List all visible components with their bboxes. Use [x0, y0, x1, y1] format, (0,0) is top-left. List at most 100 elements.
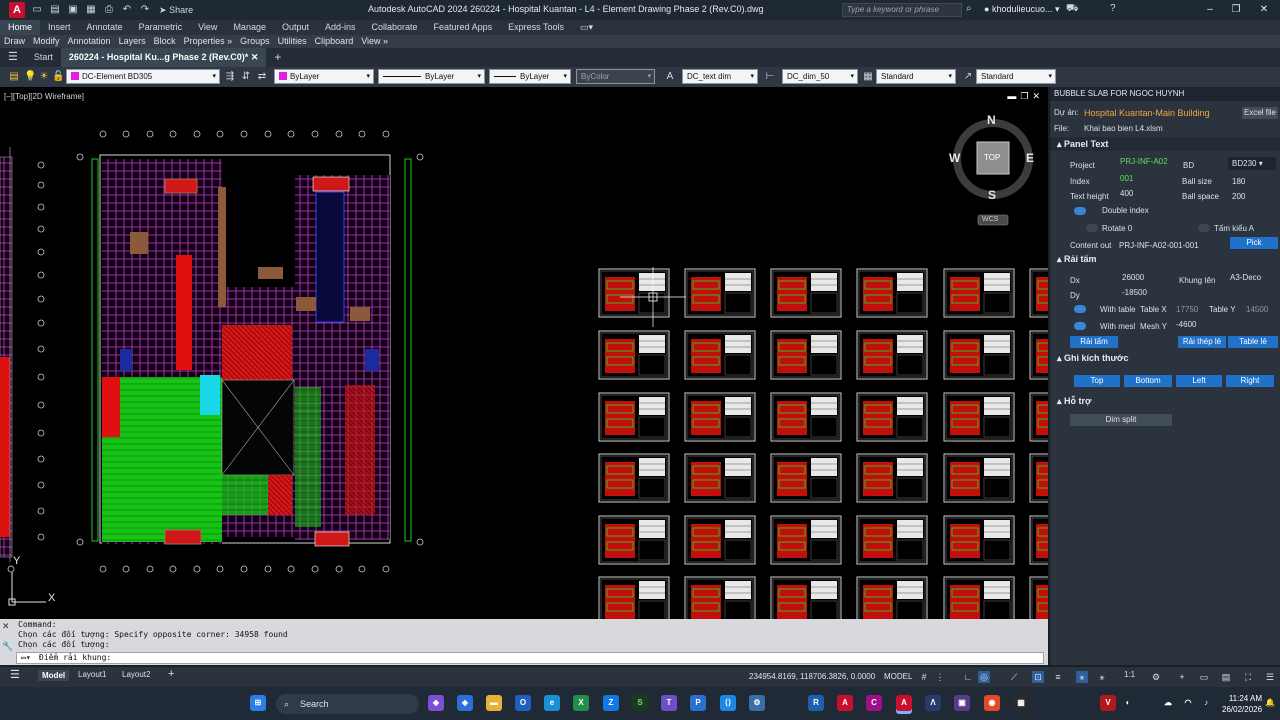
customize-icon[interactable]: ☰	[1264, 671, 1276, 683]
rai-tam-button[interactable]: Rải tấm	[1070, 336, 1118, 348]
app-icon[interactable]: C	[866, 695, 882, 711]
index-input[interactable]: 001	[1120, 174, 1133, 183]
tab-view[interactable]: View	[190, 20, 225, 35]
drawing-canvas[interactable]: [–][Top][2D Wireframe] ▬❐✕ Y X N S E W T…	[0, 87, 1048, 619]
linetype-dropdown[interactable]: ByLayer ▾	[378, 69, 485, 84]
help-icon[interactable]: ?	[1110, 3, 1116, 14]
viewcube-east[interactable]: E	[1026, 151, 1034, 165]
outlook-icon[interactable]: O	[515, 695, 531, 711]
dim-bottom-button[interactable]: Bottom	[1124, 375, 1172, 387]
tab-add-ins[interactable]: Add-ins	[317, 20, 364, 35]
tray-icon[interactable]: ◐	[1120, 695, 1136, 711]
app-icon[interactable]: Λ	[925, 695, 941, 711]
polar-icon[interactable]: ◎	[978, 671, 990, 683]
quick-properties-icon[interactable]: ▤	[1220, 671, 1232, 683]
layer-state-icon[interactable]: ⇄	[256, 71, 268, 83]
isodraft-icon[interactable]: ⟋	[1008, 671, 1020, 683]
tray-app-icon[interactable]: V	[1100, 695, 1116, 711]
close-tab-icon[interactable]: ✕	[251, 52, 259, 62]
ballspace-input[interactable]: 200	[1232, 192, 1245, 201]
teams-icon[interactable]: T	[661, 695, 677, 711]
lineweight-icon[interactable]: ≡	[1052, 671, 1064, 683]
lock-icon[interactable]: 🔓	[52, 71, 64, 83]
rai-tam-header[interactable]: ▴ Rải tấm	[1050, 252, 1280, 266]
wifi-icon[interactable]: ◠	[1180, 695, 1196, 711]
close-icon[interactable]: ✕	[1254, 2, 1274, 18]
viewcube-wcs[interactable]: WCS	[982, 216, 998, 223]
layer-properties-icon[interactable]: ▤	[8, 71, 20, 83]
viewcube-west[interactable]: W	[949, 151, 960, 165]
restore-icon[interactable]: ❐	[1226, 2, 1246, 18]
save-as-icon[interactable]: ▦	[85, 4, 97, 16]
tab-model[interactable]: Model	[38, 670, 70, 681]
pick-button[interactable]: Pick	[1230, 237, 1278, 249]
volume-icon[interactable]: ♪	[1198, 695, 1214, 711]
chrome-icon[interactable]: ◉	[984, 695, 1000, 711]
search-icon[interactable]: ⌕	[966, 3, 972, 14]
system-clock[interactable]: 11:24 AM 26/02/2026	[1222, 693, 1262, 715]
object-snap-icon[interactable]: ⊡	[1032, 671, 1044, 683]
ballsize-input[interactable]: 180	[1232, 177, 1245, 186]
ghi-kich-thuoc-header[interactable]: ▴ Ghi kích thước	[1050, 351, 1280, 365]
share-button[interactable]: ➤ Share	[159, 5, 193, 16]
vscode-icon[interactable]: ⟨⟩	[720, 695, 736, 711]
with-table-toggle[interactable]	[1074, 305, 1086, 313]
panel-groups[interactable]: Groups	[236, 35, 274, 48]
table-y-input[interactable]: 14500	[1246, 305, 1268, 314]
panel-view[interactable]: View »	[357, 35, 392, 48]
minimize-icon[interactable]: –	[1200, 2, 1220, 18]
khung-ten-input[interactable]: A3-Deco	[1230, 273, 1261, 282]
app-icon[interactable]: P	[690, 695, 706, 711]
redo-icon[interactable]: ↷	[139, 4, 151, 16]
plot-icon[interactable]: ⎙	[103, 4, 115, 16]
notifications-icon[interactable]: 🔔	[1262, 695, 1278, 711]
network-icon[interactable]: ☁	[1160, 695, 1176, 711]
panel-annotation[interactable]: Annotation	[64, 35, 115, 48]
workspace-gear-icon[interactable]: ⚙	[1150, 671, 1162, 683]
excel-icon[interactable]: X	[573, 695, 589, 711]
dim-right-button[interactable]: Right	[1226, 375, 1274, 387]
tab-manage[interactable]: Manage	[225, 20, 274, 35]
app-icon[interactable]: ▦	[1013, 695, 1029, 711]
fullscreen-icon[interactable]: ⛶	[1242, 671, 1254, 683]
table-le-button[interactable]: Table lẻ	[1228, 336, 1278, 348]
visual-studio-icon[interactable]: ◆	[428, 695, 444, 711]
autocad-logo-icon[interactable]: A	[9, 2, 25, 18]
tab-parametric[interactable]: Parametric	[131, 20, 191, 35]
tab-layout1[interactable]: Layout1	[78, 670, 106, 679]
add-tab-button[interactable]: +	[266, 48, 289, 67]
tab-drawing[interactable]: 260224 - Hospital Ku...g Phase 2 (Rev.C0…	[60, 48, 267, 67]
grid-icon[interactable]: #	[918, 671, 930, 683]
taskbar-search[interactable]: ⌕ Search	[276, 694, 419, 714]
menu-icon[interactable]: ☰	[10, 668, 20, 681]
viewcube[interactable]	[953, 119, 1033, 226]
tab-featured-apps[interactable]: Featured Apps	[426, 20, 501, 35]
undo-icon[interactable]: ↶	[121, 4, 133, 16]
layer-dropdown[interactable]: DC-Element BD305 ▾	[66, 69, 220, 84]
table-style-dropdown[interactable]: Standard ▾	[876, 69, 956, 84]
panel-clipboard[interactable]: Clipboard	[311, 35, 358, 48]
tab-start[interactable]: Start	[26, 48, 61, 67]
with-mesh-toggle[interactable]	[1074, 322, 1086, 330]
textheight-input[interactable]: 400	[1120, 189, 1133, 198]
dim-split-button[interactable]: Dim split	[1070, 414, 1172, 426]
app-icon[interactable]: ▣	[954, 695, 970, 711]
tab-layout2[interactable]: Layout2	[122, 670, 150, 679]
user-menu[interactable]: ● khodulieucuo... ▾	[984, 4, 1060, 15]
panel-properties[interactable]: Properties »	[180, 35, 237, 48]
command-controls[interactable]: ✕ 🔧	[2, 621, 14, 651]
panel-layers[interactable]: Layers	[115, 35, 150, 48]
rotate-toggle[interactable]	[1086, 224, 1098, 232]
dim-top-button[interactable]: Top	[1074, 375, 1120, 387]
save-icon[interactable]: ▣	[67, 4, 79, 16]
app-icon[interactable]: S	[632, 695, 648, 711]
annotation-visibility-icon[interactable]: ⚹	[1076, 671, 1088, 683]
tab-annotate[interactable]: Annotate	[79, 20, 131, 35]
dim-left-button[interactable]: Left	[1176, 375, 1222, 387]
cart-icon[interactable]: ⛟	[1066, 3, 1079, 16]
menu-icon[interactable]: ☰	[0, 48, 26, 67]
zalo-icon[interactable]: Z	[603, 695, 619, 711]
panel-utilities[interactable]: Utilities	[274, 35, 311, 48]
double-index-toggle[interactable]	[1074, 207, 1086, 215]
bd-select[interactable]: BD230 ▾	[1228, 157, 1276, 170]
